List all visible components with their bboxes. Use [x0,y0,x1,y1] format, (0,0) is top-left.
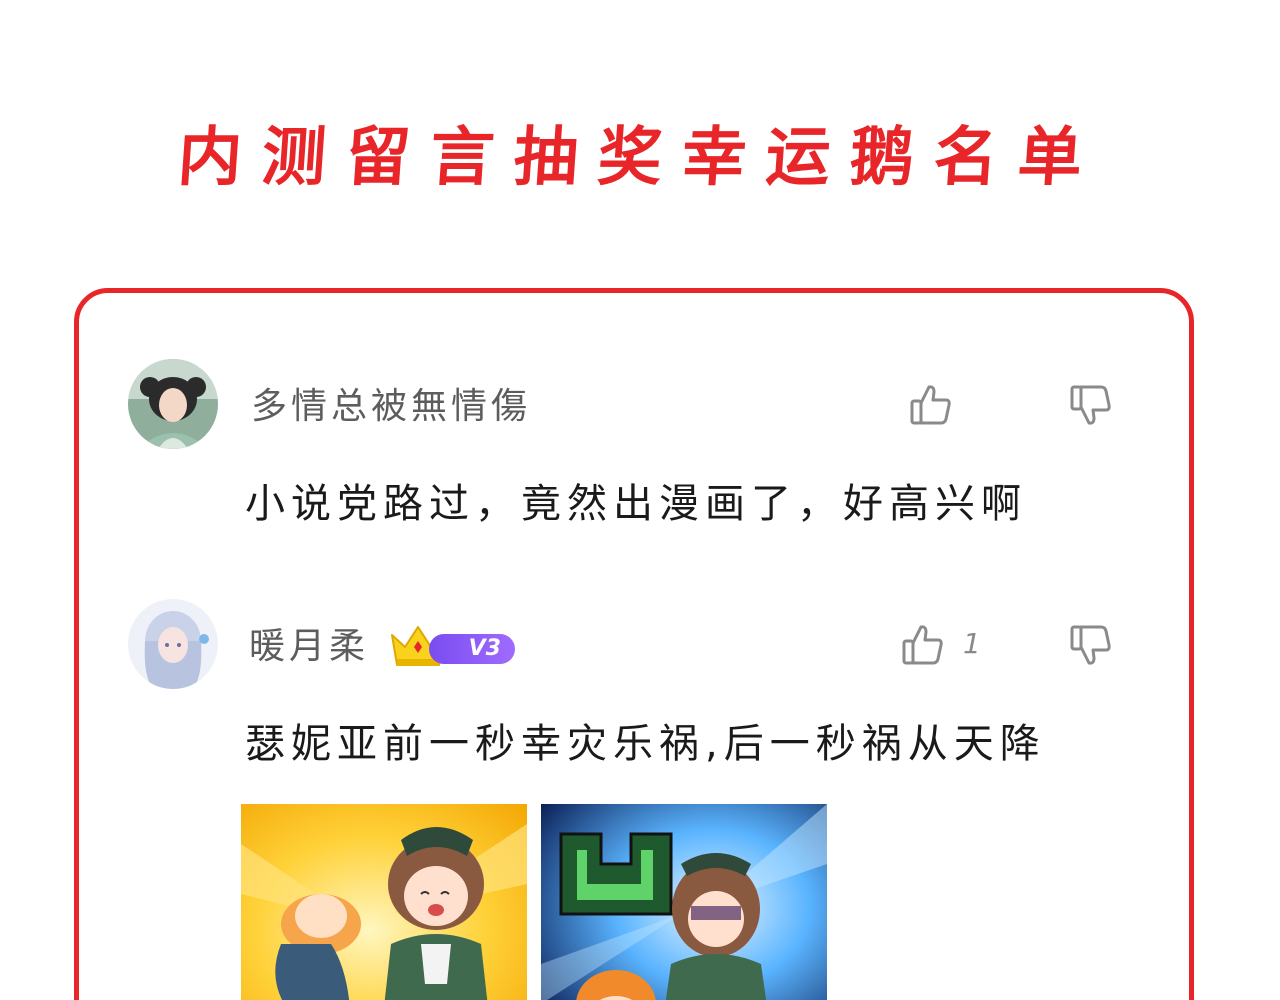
level-badge: V3 [389,626,519,671]
level-badge-label: V3 [429,634,515,664]
thumb-down-icon[interactable] [1069,383,1113,427]
avatar[interactable] [128,599,218,689]
like-count: 1 [963,627,981,660]
thumb-down-icon[interactable] [1069,623,1113,667]
page: 内测留言抽奖幸运鹅名单 多情总被無情傷 小说党路过，竟然出漫画了，好高兴啊 暖月… [0,0,1280,1000]
comment-image[interactable] [541,804,827,1000]
avatar[interactable] [128,359,218,449]
comment-text: 小说党路过，竟然出漫画了，好高兴啊 [245,481,1027,527]
comment-text: 瑟妮亚前一秒幸灾乐祸,后一秒祸从天降 [245,721,1046,767]
username[interactable]: 多情总被無情傷 [251,385,531,429]
thumb-up-icon[interactable] [901,623,945,667]
thumb-up-icon[interactable] [909,383,953,427]
comment-image[interactable] [241,804,527,1000]
page-title: 内测留言抽奖幸运鹅名单 [175,121,1105,195]
comment-card: 多情总被無情傷 小说党路过，竟然出漫画了，好高兴啊 暖月柔 V3 1 瑟妮亚前一… [74,288,1194,1000]
username[interactable]: 暖月柔 [249,625,369,669]
